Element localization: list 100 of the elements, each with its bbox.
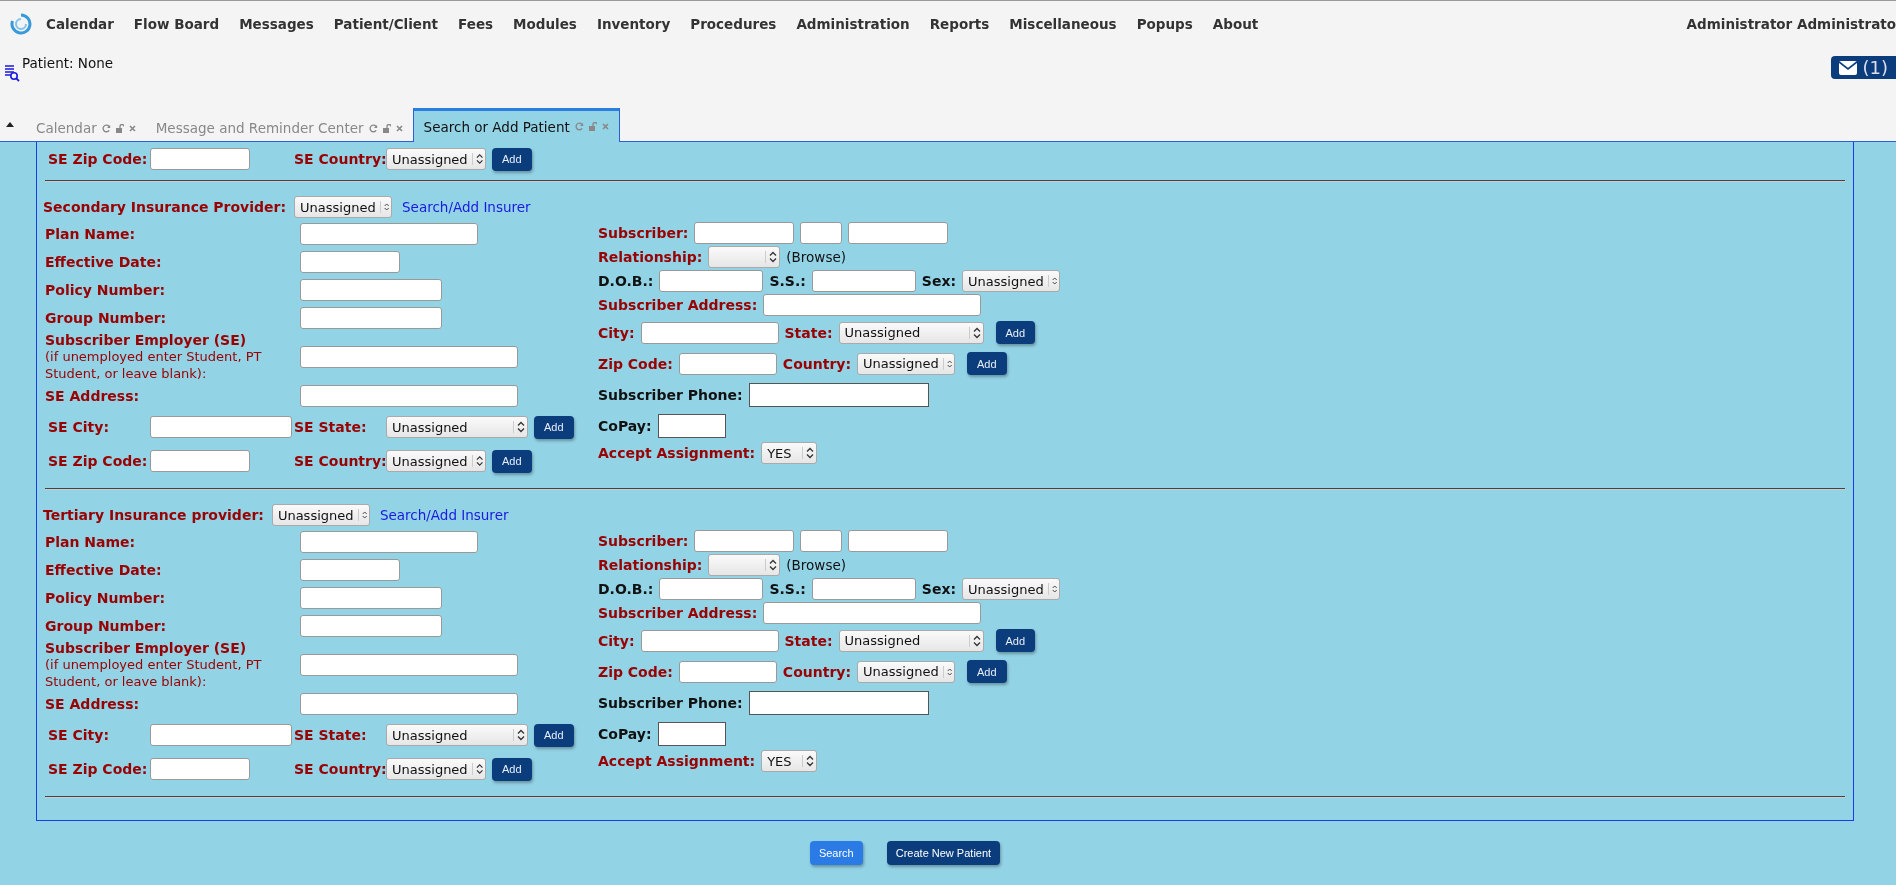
text-field[interactable] (848, 530, 949, 552)
add-button[interactable]: Add (534, 415, 574, 439)
text-field[interactable] (150, 416, 292, 438)
add-button[interactable]: Add (995, 321, 1036, 344)
menu-item[interactable]: Miscellaneous (999, 16, 1127, 32)
text-field[interactable] (300, 307, 442, 329)
text-field[interactable] (640, 629, 779, 652)
field-label: Plan Name: (45, 226, 137, 242)
dropdown[interactable]: Unassigned (386, 724, 528, 746)
dropdown[interactable] (708, 554, 781, 576)
dropdown[interactable]: Unassigned (838, 629, 984, 652)
menu-item[interactable]: Messages (229, 16, 324, 32)
text-field[interactable] (694, 222, 795, 244)
dropdown[interactable]: Unassigned (386, 450, 486, 472)
updown-icon (471, 153, 483, 165)
messages-button[interactable]: (1) (1830, 56, 1896, 79)
text-field[interactable] (300, 223, 478, 245)
field-label: Group Number: (45, 618, 168, 634)
menu-item[interactable]: About (1202, 16, 1269, 32)
dropdown[interactable]: Unassigned (962, 270, 1061, 292)
refresh-icon[interactable] (368, 123, 378, 133)
text-field[interactable] (694, 530, 795, 552)
menu-item[interactable]: Inventory (586, 16, 681, 32)
menu-item[interactable]: Calendar (36, 16, 124, 32)
dropdown[interactable]: YES (761, 442, 818, 464)
text-field[interactable] (763, 294, 982, 316)
menu-item[interactable]: Administration (786, 16, 920, 32)
add-button[interactable]: Add (492, 757, 532, 781)
menu-item[interactable]: Fees (448, 16, 504, 32)
insurer-link[interactable]: Search/Add Insurer (379, 507, 509, 523)
text-field[interactable] (800, 222, 843, 244)
menu-item[interactable]: Procedures (680, 16, 787, 32)
menu-item[interactable]: Flow Board (123, 16, 230, 32)
text-field[interactable] (300, 346, 518, 368)
text-field[interactable] (300, 279, 442, 301)
text-field[interactable] (150, 758, 250, 780)
dropdown[interactable]: Unassigned (386, 148, 486, 170)
provider-dropdown[interactable]: Unassigned (294, 196, 393, 218)
text-field[interactable] (300, 587, 442, 609)
close-icon[interactable] (395, 124, 403, 132)
dropdown[interactable]: Unassigned (857, 660, 955, 683)
text-field[interactable] (150, 724, 292, 746)
text-field[interactable] (300, 251, 400, 273)
menu-item[interactable]: Modules (503, 16, 587, 32)
text-field[interactable] (300, 385, 518, 407)
text-field[interactable] (811, 578, 916, 600)
text-field[interactable] (657, 413, 726, 438)
text-field[interactable] (150, 148, 250, 170)
create-patient-button[interactable]: Create New Patient (886, 841, 1001, 865)
lock-icon[interactable] (115, 123, 124, 133)
text-field[interactable] (659, 270, 764, 292)
text-field[interactable] (657, 721, 726, 746)
menu-item[interactable]: Popups (1126, 16, 1203, 32)
updown-icon (1047, 583, 1058, 595)
text-field[interactable] (300, 654, 518, 676)
updown-icon (942, 665, 952, 678)
patient-search-icon[interactable] (4, 64, 20, 82)
dropdown[interactable]: Unassigned (386, 416, 528, 438)
refresh-icon[interactable] (101, 123, 111, 133)
close-icon[interactable] (601, 123, 609, 130)
text-field[interactable] (300, 559, 400, 581)
text-field[interactable] (848, 222, 949, 244)
lock-icon[interactable] (382, 123, 391, 133)
add-button[interactable]: Add (995, 629, 1036, 652)
text-field[interactable] (300, 531, 478, 553)
text-field[interactable] (640, 321, 779, 344)
dropdown[interactable]: YES (761, 750, 818, 772)
menu-item[interactable]: Patient/Client (323, 16, 449, 32)
search-button[interactable]: Search (809, 841, 863, 865)
provider-dropdown[interactable]: Unassigned (271, 504, 370, 526)
logo-icon[interactable] (10, 13, 32, 35)
text-field[interactable] (300, 693, 518, 715)
add-button[interactable]: Add (492, 147, 532, 171)
user-name[interactable]: Administrator Administrato (1686, 16, 1896, 32)
text-field[interactable] (150, 450, 250, 472)
text-field[interactable] (678, 352, 777, 375)
refresh-icon[interactable] (574, 122, 584, 131)
add-button[interactable]: Add (534, 723, 574, 747)
dropdown[interactable]: Unassigned (386, 758, 486, 780)
text-field[interactable] (659, 578, 764, 600)
add-button[interactable]: Add (967, 352, 1007, 375)
dropdown[interactable]: Unassigned (962, 578, 1061, 600)
dropdown[interactable]: Unassigned (857, 352, 955, 375)
text-field[interactable] (811, 270, 916, 292)
insurer-link[interactable]: Search/Add Insurer (402, 199, 531, 215)
text-field[interactable] (748, 382, 929, 407)
menu-item[interactable]: Reports (919, 16, 1000, 32)
text-field[interactable] (300, 615, 442, 637)
tab[interactable]: Search or Add Patient (412, 108, 620, 142)
collapse-caret-icon[interactable] (6, 122, 14, 127)
text-field[interactable] (748, 690, 929, 715)
text-field[interactable] (763, 602, 982, 624)
add-button[interactable]: Add (492, 449, 532, 473)
text-field[interactable] (800, 530, 843, 552)
lock-icon[interactable] (588, 122, 597, 131)
add-button[interactable]: Add (967, 660, 1007, 683)
dropdown[interactable] (708, 246, 781, 268)
close-icon[interactable] (128, 124, 136, 132)
dropdown[interactable]: Unassigned (838, 321, 984, 344)
text-field[interactable] (678, 660, 777, 683)
